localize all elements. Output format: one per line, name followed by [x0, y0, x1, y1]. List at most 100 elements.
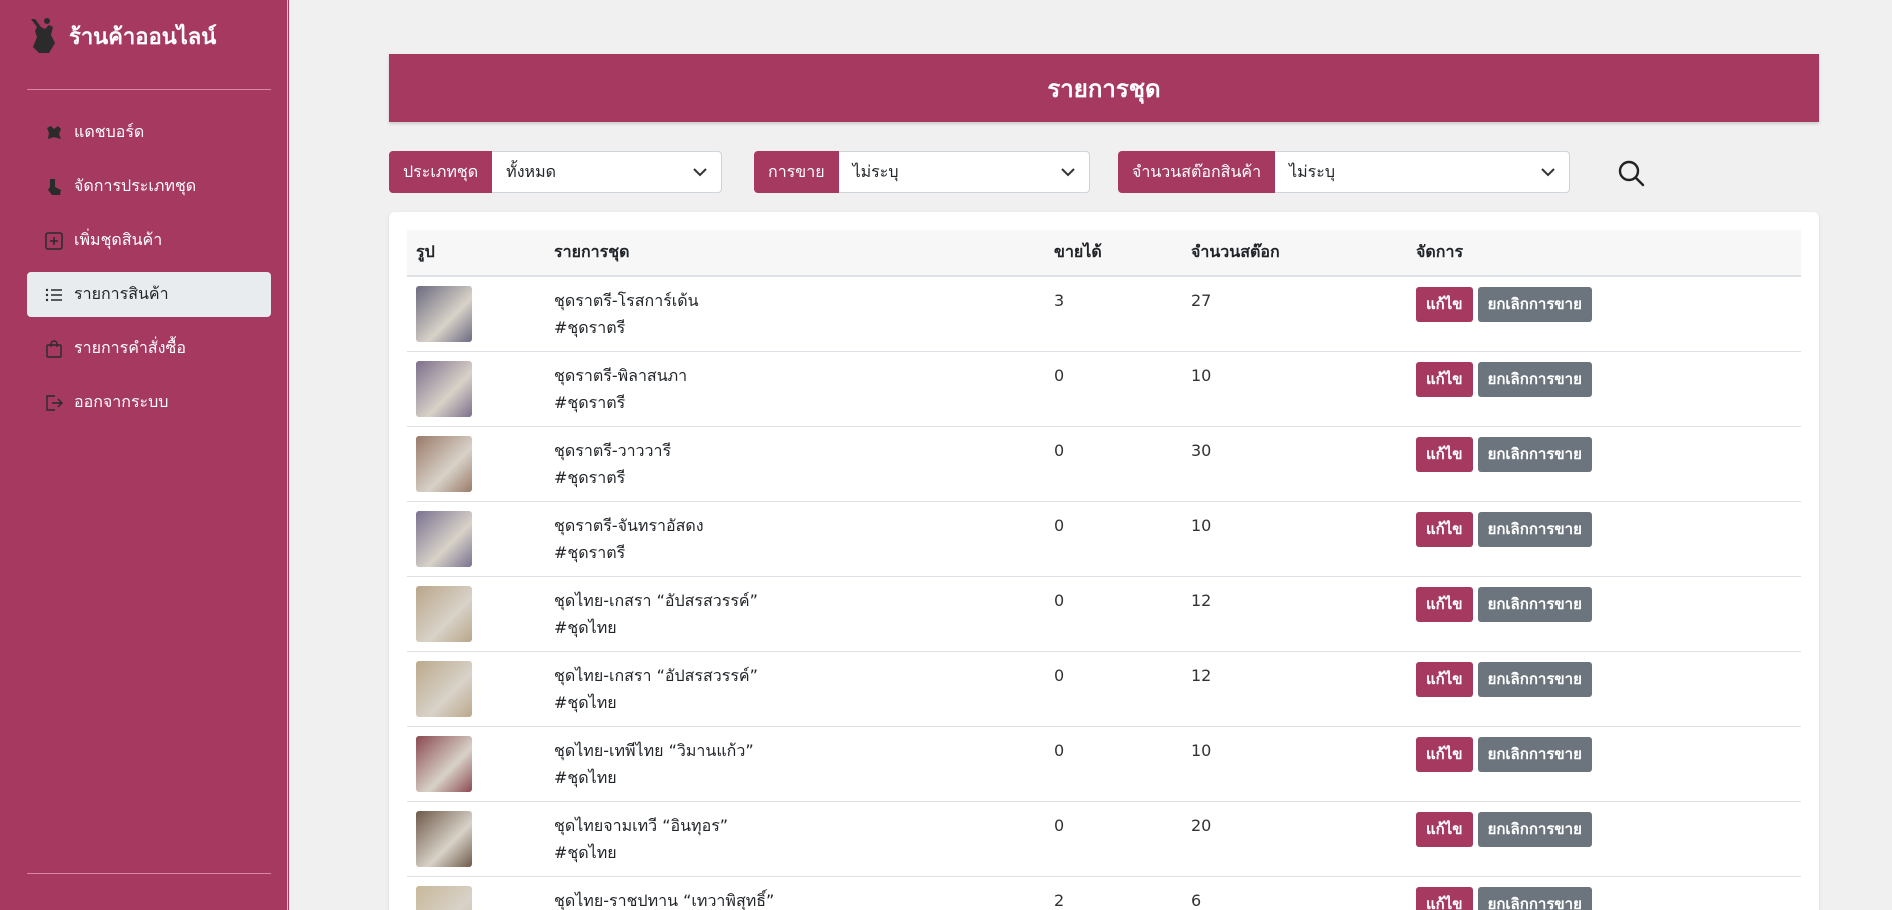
- product-table-card: รูป รายการชุด ขายได้ จำนวนสต๊อก จัดการ ช…: [389, 212, 1819, 910]
- product-name: ชุดราตรี-พิลาสนภา: [554, 365, 688, 385]
- product-thumbnail[interactable]: [416, 286, 472, 342]
- stock-cell: 12: [1182, 576, 1407, 651]
- search-button[interactable]: [1616, 158, 1646, 188]
- sidebar-item-categories[interactable]: จัดการประเภทชุด: [27, 164, 271, 209]
- thumb-cell: [407, 726, 545, 801]
- actions-cell: แก้ไข ยกเลิกการขาย: [1407, 876, 1801, 910]
- sold-count: 0: [1054, 365, 1065, 385]
- edit-button[interactable]: แก้ไข: [1416, 661, 1473, 697]
- name-cell: ชุดไทยจามเทวี “อินทุอร” #ชุดไทย: [545, 801, 1045, 876]
- product-tag: #ชุดไทย: [554, 617, 617, 637]
- sidebar-divider: [27, 873, 271, 874]
- product-tag: #ชุดไทย: [554, 842, 617, 862]
- table-row: ชุดไทย-เกสรา “อัปสรสวรรค์” #ชุดไทย 0 12 …: [407, 576, 1801, 651]
- cancel-sale-button[interactable]: ยกเลิกการขาย: [1477, 287, 1592, 322]
- actions-cell: แก้ไข ยกเลิกการขาย: [1407, 726, 1801, 801]
- sidebar-item-dashboard[interactable]: แดชบอร์ด: [27, 110, 271, 155]
- logo-icon: [31, 18, 55, 53]
- cancel-sale-button[interactable]: ยกเลิกการขาย: [1477, 661, 1592, 697]
- sidebar-item-orders[interactable]: รายการคำสั่งซื้อ: [27, 326, 271, 371]
- actions-cell: แก้ไข ยกเลิกการขาย: [1407, 576, 1801, 651]
- sidebar-item-add-product[interactable]: เพิ่มชุดสินค้า: [27, 218, 271, 263]
- product-name: ชุดไทย-เกสรา “อัปสรสวรรค์”: [554, 665, 758, 685]
- product-thumbnail[interactable]: [416, 510, 472, 567]
- sidebar-item-logout[interactable]: ออกจากระบบ: [27, 380, 271, 425]
- sidebar-divider: [27, 89, 271, 90]
- stock-select-value: ไม่ระบุ: [1289, 161, 1335, 181]
- thumb-cell: [407, 651, 545, 726]
- product-thumbnail[interactable]: [416, 885, 472, 910]
- product-name: ชุดไทยจามเทวี “อินทุอร”: [554, 815, 729, 835]
- stock-cell: 6: [1182, 876, 1407, 910]
- stock-cell: 10: [1182, 501, 1407, 576]
- brand[interactable]: ร้านค้าออนไลน์: [27, 17, 216, 55]
- thumb-cell: [407, 351, 545, 426]
- name-cell: ชุดไทย-ราชปทาน “เทวาพิสุทธิ์” #ชุดไทย: [545, 876, 1045, 910]
- cancel-sale-button[interactable]: ยกเลิกการขาย: [1477, 736, 1592, 772]
- name-cell: ชุดราตรี-จันทราอัสดง #ชุดราตรี: [545, 501, 1045, 576]
- sold-count: 0: [1054, 515, 1065, 535]
- product-tag: #ชุดราตรี: [554, 467, 626, 487]
- sold-count: 2: [1054, 890, 1065, 910]
- stock-filter-label: จำนวนสต๊อกสินค้า: [1118, 151, 1276, 193]
- plus-square-icon: [44, 231, 64, 251]
- cancel-sale-button[interactable]: ยกเลิกการขาย: [1477, 811, 1592, 847]
- edit-button[interactable]: แก้ไข: [1416, 736, 1473, 772]
- sidebar-item-product-list[interactable]: รายการสินค้า: [27, 272, 271, 317]
- product-thumbnail[interactable]: [416, 360, 472, 417]
- cancel-sale-button[interactable]: ยกเลิกการขาย: [1477, 361, 1592, 397]
- edit-button[interactable]: แก้ไข: [1416, 361, 1473, 397]
- actions-cell: แก้ไข ยกเลิกการขาย: [1407, 276, 1801, 351]
- stock-count: 10: [1191, 740, 1212, 760]
- thumb-cell: [407, 576, 545, 651]
- cancel-sale-button[interactable]: ยกเลิกการขาย: [1477, 586, 1592, 622]
- sale-select[interactable]: ไม่ระบุ: [838, 151, 1090, 193]
- product-name: ชุดไทย-เกสรา “อัปสรสวรรค์”: [554, 590, 758, 610]
- table-row: ชุดราตรี-วาววารี #ชุดราตรี 0 30 แก้ไข ยกเ…: [407, 426, 1801, 501]
- thumb-cell: [407, 801, 545, 876]
- name-cell: ชุดไทย-เกสรา “อัปสรสวรรค์” #ชุดไทย: [545, 651, 1045, 726]
- edit-button[interactable]: แก้ไข: [1416, 811, 1473, 847]
- stock-cell: 10: [1182, 726, 1407, 801]
- product-tag: #ชุดราตรี: [554, 318, 626, 337]
- sidebar-item-label: จัดการประเภทชุด: [74, 176, 197, 195]
- edit-button[interactable]: แก้ไข: [1416, 436, 1473, 472]
- stock-count: 12: [1191, 665, 1212, 685]
- chevron-down-icon: [1541, 167, 1555, 176]
- column-header: รายการชุด: [554, 242, 630, 261]
- thumb-cell: [407, 501, 545, 576]
- sidebar: ร้านค้าออนไลน์ แดชบอร์ด จัดการประเภทชุด …: [0, 0, 289, 910]
- edit-button[interactable]: แก้ไข: [1416, 511, 1473, 547]
- edit-button[interactable]: แก้ไข: [1416, 287, 1473, 322]
- thumb-cell: [407, 426, 545, 501]
- sold-cell: 0: [1045, 801, 1182, 876]
- name-cell: ชุดราตรี-วาววารี #ชุดราตรี: [545, 426, 1045, 501]
- cancel-sale-button[interactable]: ยกเลิกการขาย: [1477, 511, 1592, 547]
- actions-cell: แก้ไข ยกเลิกการขาย: [1407, 501, 1801, 576]
- sold-cell: 0: [1045, 426, 1182, 501]
- sidebar-nav: แดชบอร์ด จัดการประเภทชุด เพิ่มชุดสินค้า …: [27, 110, 271, 434]
- product-thumbnail[interactable]: [416, 660, 472, 717]
- cancel-sale-button[interactable]: ยกเลิกการขาย: [1477, 436, 1592, 472]
- product-thumbnail[interactable]: [416, 735, 472, 792]
- product-name: ชุดราตรี-จันทราอัสดง: [554, 515, 704, 535]
- product-thumbnail[interactable]: [416, 435, 472, 492]
- sold-cell: 0: [1045, 576, 1182, 651]
- table-row: ชุดไทยจามเทวี “อินทุอร” #ชุดไทย 0 20 แก้…: [407, 801, 1801, 876]
- stock-filter: จำนวนสต๊อกสินค้า ไม่ระบุ: [1118, 151, 1571, 193]
- edit-button[interactable]: แก้ไข: [1416, 586, 1473, 622]
- cancel-sale-button[interactable]: ยกเลิกการขาย: [1477, 886, 1592, 910]
- sold-cell: 3: [1045, 276, 1182, 351]
- name-cell: ชุดไทย-เทพีไทย “วิมานแก้ว” #ชุดไทย: [545, 726, 1045, 801]
- stock-select[interactable]: ไม่ระบุ: [1275, 151, 1571, 193]
- name-cell: ชุดราตรี-พิลาสนภา #ชุดราตรี: [545, 351, 1045, 426]
- product-thumbnail[interactable]: [416, 810, 472, 867]
- product-tag: #ชุดไทย: [554, 767, 617, 787]
- edit-button[interactable]: แก้ไข: [1416, 886, 1473, 910]
- product-thumbnail[interactable]: [416, 585, 472, 642]
- stock-count: 10: [1191, 515, 1212, 535]
- sold-count: 0: [1054, 815, 1065, 835]
- category-filter: ประเภทชุด ทั้งหมด: [389, 151, 723, 193]
- category-select[interactable]: ทั้งหมด: [492, 151, 723, 193]
- sold-count: 0: [1054, 440, 1065, 460]
